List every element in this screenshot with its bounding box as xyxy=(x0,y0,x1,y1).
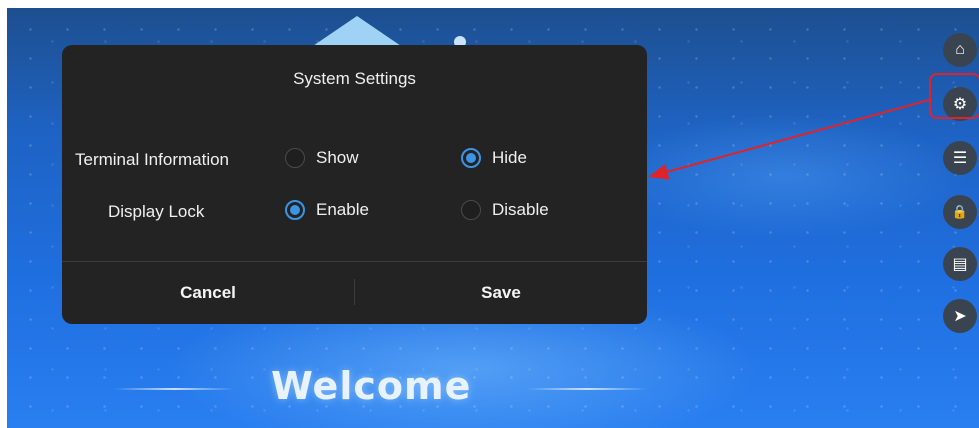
display-lock-enable-option[interactable]: Enable xyxy=(285,200,369,220)
home-icon: ⌂ xyxy=(955,41,965,58)
save-button[interactable]: Save xyxy=(355,262,647,324)
welcome-heading: Welcome xyxy=(271,364,472,408)
settings-highlight-box xyxy=(929,73,979,119)
enable-option-label: Enable xyxy=(316,200,369,219)
sidebar-lock-button[interactable]: 🔒 xyxy=(943,195,977,229)
sidebar-server-button[interactable]: ☰ xyxy=(943,141,977,175)
terminal-information-label: Terminal Information xyxy=(75,150,230,169)
cancel-button[interactable]: Cancel xyxy=(62,262,354,324)
display-lock-label: Display Lock xyxy=(108,202,205,221)
welcome-left-line xyxy=(114,388,234,390)
terminal-info-hide-option[interactable]: Hide xyxy=(461,148,527,168)
hide-radio[interactable] xyxy=(461,148,481,168)
show-radio[interactable] xyxy=(285,148,305,168)
app-screen: Welcome ⌂ ⚙ ☰ 🔒 ▤ ➤ System Settings Term… xyxy=(7,8,979,428)
lock-icon: 🔒 xyxy=(951,204,969,219)
display-lock-disable-option[interactable]: Disable xyxy=(461,200,549,220)
send-icon: ➤ xyxy=(953,308,967,325)
terminal-info-show-option[interactable]: Show xyxy=(285,148,359,168)
show-option-label: Show xyxy=(316,148,359,167)
system-settings-dialog: System Settings Terminal Information Sho… xyxy=(62,45,647,324)
welcome-right-line xyxy=(527,388,647,390)
hide-option-label: Hide xyxy=(492,148,527,167)
document-icon: ▤ xyxy=(952,256,968,273)
server-icon: ☰ xyxy=(952,150,968,167)
disable-option-label: Disable xyxy=(492,200,549,219)
disable-radio[interactable] xyxy=(461,200,481,220)
sidebar-send-button[interactable]: ➤ xyxy=(943,299,977,333)
sidebar-home-button[interactable]: ⌂ xyxy=(943,33,977,67)
dialog-title: System Settings xyxy=(293,69,416,88)
sidebar-document-button[interactable]: ▤ xyxy=(943,247,977,281)
enable-radio[interactable] xyxy=(285,200,305,220)
